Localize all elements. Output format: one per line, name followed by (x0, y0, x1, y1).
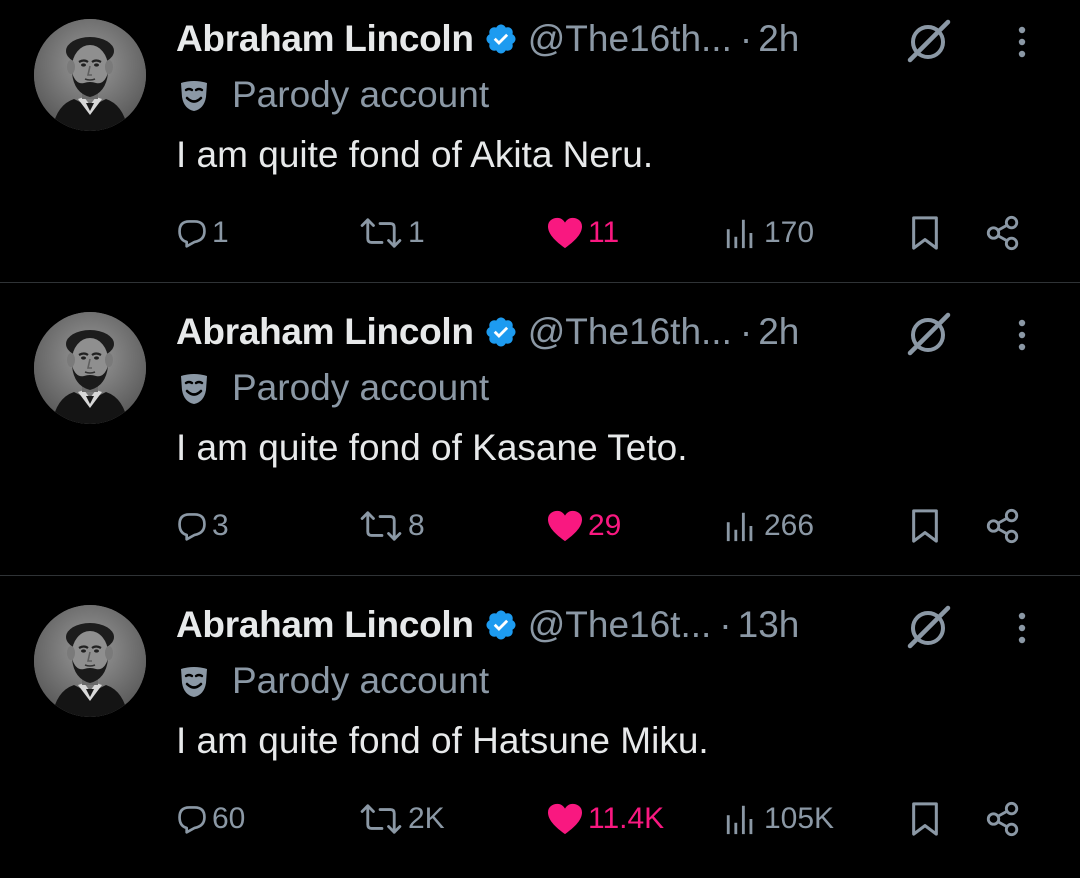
retweet-button[interactable]: 1 (358, 210, 425, 256)
heart-filled-icon (546, 509, 584, 543)
reply-count: 60 (212, 802, 246, 835)
bookmark-button[interactable] (908, 796, 942, 842)
tweet-text: I am quite fond of Hatsune Miku. (176, 720, 709, 761)
views-count: 170 (764, 216, 815, 249)
separator-dot: · (719, 604, 732, 645)
more-vertical-icon[interactable] (1010, 315, 1034, 355)
like-button[interactable]: 29 (546, 503, 621, 549)
reply-icon (176, 510, 208, 542)
share-icon (984, 507, 1022, 545)
bookmark-button[interactable] (908, 210, 942, 256)
like-count: 11.4K (588, 802, 665, 835)
tweet-divider (0, 282, 1080, 283)
grok-icon[interactable] (902, 602, 956, 650)
retweet-count: 1 (408, 216, 425, 249)
views-button[interactable]: 170 (722, 210, 814, 256)
tweet-header: Abraham Lincoln @The16th... · 2h (176, 14, 799, 64)
like-count: 29 (588, 509, 622, 542)
grok-icon[interactable] (902, 16, 956, 64)
lincoln-portrait-image (34, 605, 146, 717)
bookmark-button[interactable] (908, 503, 942, 549)
share-icon (984, 800, 1022, 838)
theater-mask-icon (176, 77, 212, 113)
bookmark-icon (908, 800, 942, 838)
avatar[interactable] (34, 605, 146, 717)
reply-icon (176, 217, 208, 249)
views-button[interactable]: 266 (722, 503, 814, 549)
parody-label: Parody account (176, 365, 489, 411)
separator-dot: · (739, 311, 753, 352)
reply-button[interactable]: 1 (176, 210, 229, 256)
retweet-icon (358, 216, 404, 250)
verified-badge-icon[interactable] (484, 315, 518, 349)
tweet-text: I am quite fond of Akita Neru. (176, 134, 654, 175)
tweet-header: Abraham Lincoln @The16th... · 2h (176, 307, 799, 357)
views-chart-icon (722, 509, 760, 543)
grok-icon[interactable] (902, 309, 956, 357)
views-count: 105K (764, 802, 835, 835)
author-handle[interactable]: @The16th... (528, 311, 732, 353)
verified-badge-icon[interactable] (484, 608, 518, 642)
parody-account-text: Parody account (232, 660, 490, 701)
tweet-text: I am quite fond of Kasane Teto. (176, 427, 688, 468)
views-count: 266 (764, 509, 815, 542)
avatar[interactable] (34, 19, 146, 131)
parody-account-text: Parody account (232, 74, 490, 115)
views-button[interactable]: 105K (722, 796, 834, 842)
more-vertical-icon[interactable] (1010, 22, 1034, 62)
author-name[interactable]: Abraham Lincoln (176, 18, 474, 60)
timestamp[interactable]: 2h (758, 18, 799, 60)
verified-badge-icon[interactable] (484, 22, 518, 56)
tweet[interactable]: Abraham Lincoln @The16t... · 13h Parody … (0, 586, 1080, 878)
share-button[interactable] (984, 210, 1022, 256)
share-button[interactable] (984, 796, 1022, 842)
retweet-icon (358, 802, 404, 836)
views-chart-icon (722, 216, 760, 250)
retweet-count: 2K (408, 802, 445, 835)
timestamp[interactable]: 2h (758, 311, 799, 353)
avatar[interactable] (34, 312, 146, 424)
separator-dot: · (739, 18, 753, 59)
theater-mask-icon (176, 663, 212, 699)
tweet-divider (0, 575, 1080, 576)
tweet[interactable]: Abraham Lincoln @The16th... · 2h Parody … (0, 0, 1080, 292)
lincoln-portrait-image (34, 19, 146, 131)
timeline-feed: Abraham Lincoln @The16th... · 2h Parody … (0, 0, 1080, 859)
bookmark-icon (908, 507, 942, 545)
like-count: 11 (588, 216, 620, 249)
reply-count: 3 (212, 509, 229, 542)
author-name[interactable]: Abraham Lincoln (176, 604, 474, 646)
retweet-button[interactable]: 2K (358, 796, 445, 842)
retweet-button[interactable]: 8 (358, 503, 425, 549)
share-icon (984, 214, 1022, 252)
parody-label: Parody account (176, 72, 489, 118)
timestamp[interactable]: 13h (738, 604, 800, 646)
lincoln-portrait-image (34, 312, 146, 424)
retweet-count: 8 (408, 509, 425, 542)
tweet-header: Abraham Lincoln @The16t... · 13h (176, 600, 799, 650)
like-button[interactable]: 11.4K (546, 796, 664, 842)
heart-filled-icon (546, 802, 584, 836)
tweet-actions: 60 2K 11.4K 105K (0, 796, 1080, 842)
reply-button[interactable]: 3 (176, 503, 229, 549)
views-chart-icon (722, 802, 760, 836)
parody-label: Parody account (176, 658, 489, 704)
tweet[interactable]: Abraham Lincoln @The16th... · 2h Parody … (0, 293, 1080, 585)
parody-account-text: Parody account (232, 367, 490, 408)
reply-button[interactable]: 60 (176, 796, 245, 842)
author-handle[interactable]: @The16th... (528, 18, 732, 60)
heart-filled-icon (546, 216, 584, 250)
author-handle[interactable]: @The16t... (528, 604, 712, 646)
share-button[interactable] (984, 503, 1022, 549)
like-button[interactable]: 11 (546, 210, 619, 256)
author-name[interactable]: Abraham Lincoln (176, 311, 474, 353)
reply-icon (176, 803, 208, 835)
retweet-icon (358, 509, 404, 543)
more-vertical-icon[interactable] (1010, 608, 1034, 648)
reply-count: 1 (212, 216, 229, 249)
tweet-actions: 1 1 11 170 (0, 210, 1080, 256)
theater-mask-icon (176, 370, 212, 406)
bookmark-icon (908, 214, 942, 252)
tweet-actions: 3 8 29 266 (0, 503, 1080, 549)
